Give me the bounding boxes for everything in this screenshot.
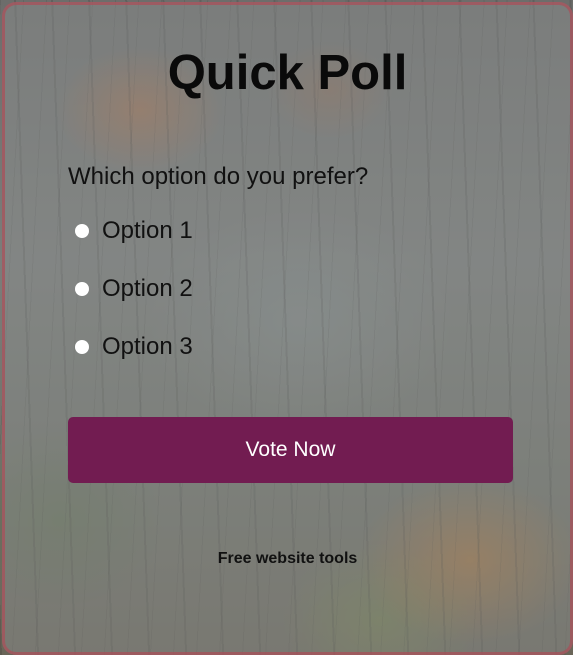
option-1-label: Option 1 bbox=[102, 217, 193, 244]
radio-button-option-3[interactable] bbox=[75, 340, 89, 354]
option-2-label: Option 2 bbox=[102, 275, 193, 302]
option-3[interactable]: Option 3 bbox=[75, 332, 193, 362]
radio-button-option-1[interactable] bbox=[75, 224, 89, 238]
poll-card: Quick Poll Which option do you prefer? O… bbox=[2, 2, 573, 655]
radio-button-option-2[interactable] bbox=[75, 282, 89, 296]
option-1[interactable]: Option 1 bbox=[75, 216, 193, 246]
option-3-label: Option 3 bbox=[102, 333, 193, 360]
vote-now-button[interactable]: Vote Now bbox=[68, 417, 513, 483]
option-2[interactable]: Option 2 bbox=[75, 274, 193, 304]
poll-title: Quick Poll bbox=[167, 46, 408, 100]
footer-text: Free website tools bbox=[217, 550, 358, 567]
poll-question: Which option do you prefer? bbox=[68, 163, 369, 190]
